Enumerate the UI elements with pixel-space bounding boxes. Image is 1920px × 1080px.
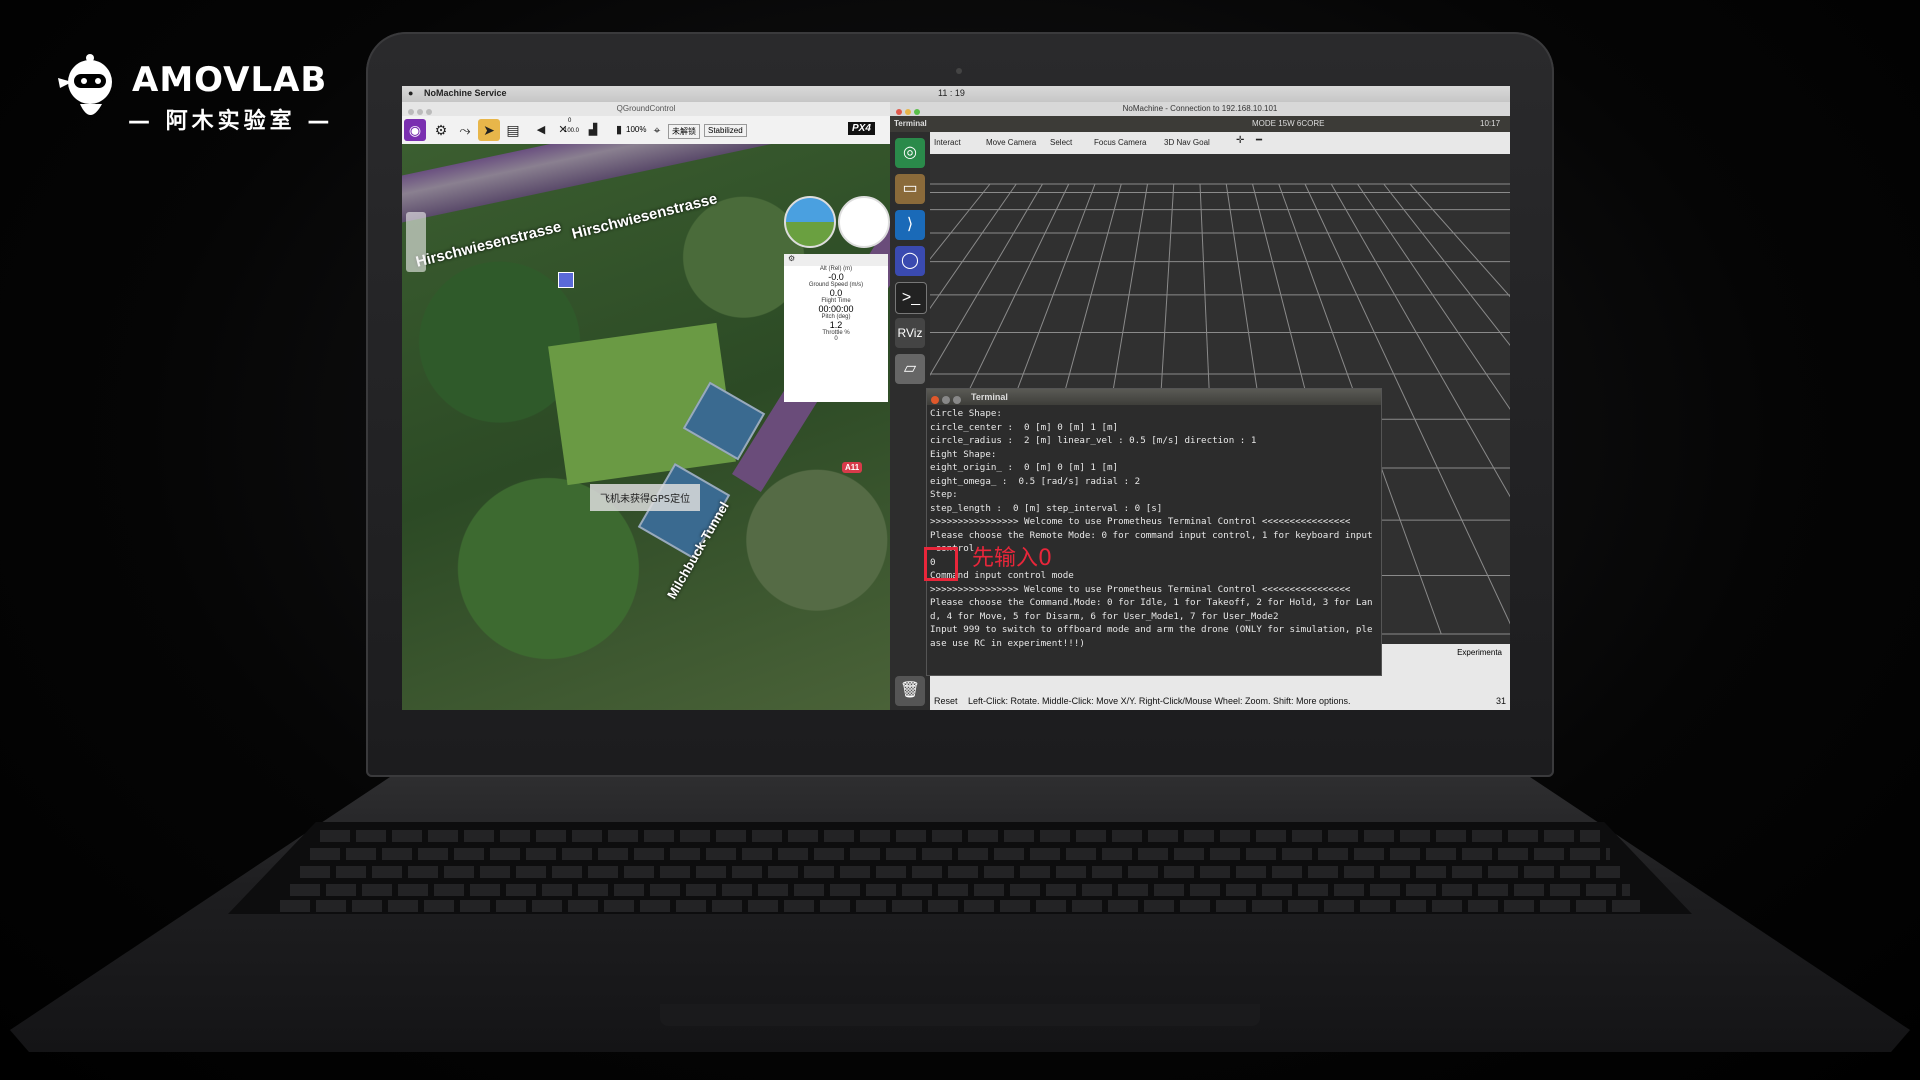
street-label-2: Hirschwiesenstrasse — [570, 190, 720, 243]
laptop-screen: ● NoMachine Service 11 : 19 QGroundContr… — [402, 86, 1510, 710]
file-cabinet-icon[interactable]: ▭ — [895, 174, 925, 204]
battery-percent: 100% — [626, 125, 647, 134]
tool-select[interactable]: Select — [1050, 138, 1072, 147]
nvidia-mode[interactable]: MODE 15W 6CORE — [1252, 119, 1324, 128]
analyze-doc-icon[interactable]: ▤ — [502, 119, 524, 141]
reset-button[interactable]: Reset — [934, 696, 958, 706]
arm-state[interactable]: 未解锁 — [668, 124, 700, 139]
robot-mascot-icon — [58, 54, 112, 115]
terminal-output[interactable]: Circle Shape: circle_center : 0 [m] 0 [m]… — [927, 405, 1381, 652]
tool-interact[interactable]: Interact — [934, 138, 961, 147]
waypoint-marker-icon[interactable] — [558, 272, 574, 288]
experimental-checkbox[interactable]: Experimenta — [1457, 648, 1502, 657]
menubar-clock: 11 : 19 — [938, 88, 965, 98]
ubuntu-launcher: ◎ ▭ ⟩ ◯ >_ RViz ▱ 🗑 — [890, 132, 930, 710]
mouse-hint-text: Left-Click: Rotate. Middle-Click: Move X… — [968, 696, 1351, 706]
gps-target-icon[interactable]: ⌖ — [646, 119, 668, 141]
telemetry-panel: ⚙ Alt (Rel) (m) -0.0 Ground Speed (m/s) … — [784, 254, 888, 402]
satellite-map[interactable]: Hirschwiesenstrasse Hirschwiesenstrasse … — [402, 144, 890, 710]
ubuntu-topbar: Terminal MODE 15W 6CORE 10:17 — [890, 116, 1510, 132]
instrument-cluster — [784, 196, 890, 248]
logo-title: AMOVLAB — [132, 60, 328, 100]
rviz-toolbar: Interact Move Camera Select Focus Camera… — [930, 132, 1510, 155]
qgc-home-icon[interactable]: ◉ — [404, 119, 426, 141]
plan-route-icon[interactable]: ⤳ — [454, 119, 476, 141]
terminal-line: circle_center : 0 [m] 0 [m] 1 [m] — [930, 421, 1119, 433]
tool-3d-nav-goal[interactable]: 3D Nav Goal — [1164, 138, 1210, 147]
nomachine-title: NoMachine - Connection to 192.168.10.101 — [1122, 104, 1278, 113]
trackpad-edge — [660, 1004, 1260, 1026]
terminal-line: >>>>>>>>>>>>>>>> Welcome to use Promethe… — [930, 583, 1351, 595]
telemetry-gear-icon[interactable]: ⚙ — [784, 254, 888, 266]
terminal-line: Circle Shape: — [930, 408, 1002, 419]
remove-tool-icon[interactable]: ━ — [1256, 135, 1262, 146]
pitch-value: 1.2 — [829, 320, 843, 330]
throttle-value: 0 — [834, 336, 838, 342]
menubar-app-name: NoMachine Service — [424, 88, 507, 98]
rc-signal-icon[interactable]: ▟ — [582, 119, 604, 141]
flight-mode-select[interactable]: Stabilized — [704, 124, 747, 137]
fly-view-icon[interactable]: ➤ — [478, 119, 500, 141]
annotation-highlight-box — [924, 547, 958, 581]
qgc-title: QGroundControl — [616, 104, 676, 113]
webcam — [956, 68, 962, 74]
ubuntu-active-app: Terminal — [894, 119, 927, 128]
terminal-line: eight_omega_ : 0.5 [rad/s] radial : 2 — [930, 475, 1141, 487]
add-tool-icon[interactable]: ✛ — [1236, 135, 1244, 146]
logo-subtitle: — 阿木实验室 — — [128, 109, 334, 134]
gps-status-message: 飞机未获得GPS定位 — [590, 484, 701, 511]
qgc-titlebar: QGroundControl — [402, 102, 890, 116]
rviz-icon[interactable]: RViz — [895, 318, 925, 348]
terminal-line: d, 4 for Move, 5 for Disarm, 6 for User_… — [930, 610, 1279, 622]
macos-menubar: ● NoMachine Service 11 : 19 — [402, 86, 1510, 102]
annotation-label: 先输入0 — [972, 546, 1052, 571]
gps-count: 0 — [568, 118, 572, 124]
terminal-line: Step: — [930, 489, 958, 500]
drive-icon[interactable]: ▱ — [895, 354, 925, 384]
apple-icon[interactable]: ● — [408, 88, 413, 98]
vscode-icon[interactable]: ⟩ — [895, 210, 925, 240]
keyboard — [228, 822, 1692, 914]
fps-value: 31 — [1495, 696, 1506, 706]
ft-value: 00:00:00 — [818, 304, 854, 314]
qgc-toolbar: ◉ ⚙ ⤳ ➤ ▤ ◀ ✕ 0 100.0 ▟ ▮ 100% ⌖ 未解锁 Sta… — [402, 116, 890, 145]
terminal-line: Please choose the Command.Mode: 0 for Id… — [930, 597, 1373, 608]
road-sign-badge: A11 — [842, 462, 863, 473]
gs-value: 0.0 — [829, 288, 843, 298]
trash-icon[interactable]: 🗑 — [895, 676, 925, 706]
terminal-line: circle_radius : 2 [m] linear_vel : 0.5 [… — [930, 435, 1257, 446]
terminal-line: >>>>>>>>>>>>>>>> Welcome to use Promethe… — [930, 516, 1351, 527]
settings-gear-icon[interactable]: ⚙ — [430, 119, 452, 141]
terminal-icon[interactable]: >_ — [895, 282, 927, 314]
amovlab-logo: AMOVLAB — 阿木实验室 — — [50, 48, 330, 138]
px4-badge: PX4 — [848, 122, 875, 135]
terminal-line: Input 999 to switch to offboard mode and… — [930, 624, 1373, 635]
megaphone-icon[interactable]: ◀ — [530, 119, 552, 141]
ubuntu-clock[interactable]: 10:17 — [1480, 119, 1500, 128]
alt-value: -0.0 — [828, 272, 844, 282]
tool-focus-camera[interactable]: Focus Camera — [1094, 138, 1146, 147]
attitude-indicator — [784, 196, 836, 248]
terminal-window-controls[interactable] — [931, 393, 964, 409]
qgc-launcher-icon[interactable]: ◯ — [895, 246, 925, 276]
ubuntu-logo-icon[interactable]: ◎ — [895, 138, 925, 168]
tool-move-camera[interactable]: Move Camera — [986, 138, 1036, 147]
gps-hdop: 100.0 — [564, 128, 580, 134]
terminal-line: Eight Shape: — [930, 448, 997, 460]
nomachine-titlebar: NoMachine - Connection to 192.168.10.101 — [890, 102, 1510, 116]
qgc-window: QGroundControl ◉ ⚙ ⤳ ➤ ▤ ◀ ✕ 0 100.0 ▟ ▮… — [402, 102, 890, 710]
terminal-line: step_length : 0 [m] step_interval : 0 [s… — [930, 502, 1163, 514]
terminal-title: Terminal — [971, 392, 1008, 402]
rviz-mouse-hint: Reset Left-Click: Rotate. Middle-Click: … — [930, 692, 1510, 710]
compass-icon — [838, 196, 890, 248]
terminal-line: eight_origin_ : 0 [m] 0 [m] 1 [m] — [930, 462, 1119, 473]
street-label-1: Hirschwiesenstrasse — [414, 218, 564, 271]
terminal-line: ase use RC in experiment!!!) — [930, 637, 1085, 649]
terminal-window[interactable]: Terminal Circle Shape: circle_center : 0 … — [926, 388, 1382, 676]
map-tool-strip[interactable] — [406, 212, 426, 272]
terminal-titlebar: Terminal — [927, 389, 1381, 405]
